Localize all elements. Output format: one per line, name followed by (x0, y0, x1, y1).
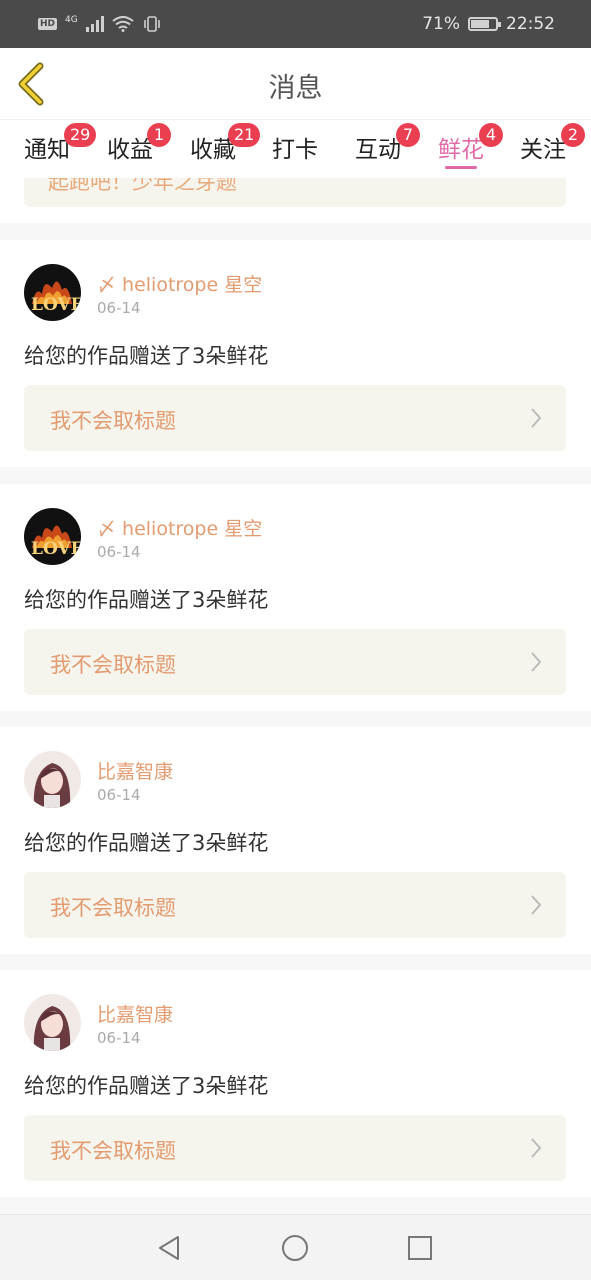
tab-flowers[interactable]: 鲜花 4 (438, 123, 503, 164)
anime-girl-avatar-image (24, 994, 81, 1051)
battery-icon (468, 17, 501, 31)
avatar[interactable] (24, 751, 81, 808)
love-fire-avatar-image: LOVE (24, 508, 81, 565)
triangle-back-icon[interactable] (154, 1232, 186, 1264)
username[interactable]: 比嘉智康 (97, 1000, 173, 1027)
message-text: 给您的作品赠送了3朵鲜花 (24, 588, 269, 612)
square-recents-icon[interactable] (404, 1232, 436, 1264)
work-title: 我不会取标题 (50, 409, 176, 433)
work-link[interactable]: 我不会取标题 (24, 629, 566, 695)
svg-text:LOVE: LOVE (31, 539, 81, 559)
tab-badge: 2 (561, 123, 585, 147)
tab-badge: 21 (228, 123, 261, 147)
tab-label: 互动 (355, 137, 401, 163)
message-text: 给您的作品赠送了3朵鲜花 (24, 831, 269, 855)
hd-badge: HD (38, 18, 58, 30)
message-text: 给您的作品赠送了3朵鲜花 (24, 344, 269, 368)
tab-label: 打卡 (272, 137, 318, 163)
date: 06-14 (97, 786, 141, 804)
chevron-right-icon (531, 895, 542, 915)
love-fire-avatar-image: LOVE (24, 264, 81, 321)
message-card: LOVE 〆 heliotrope 星空 06-14 给您的作品赠送了3朵鲜花 … (0, 240, 591, 467)
system-nav-bar (0, 1214, 591, 1280)
vibrate-icon (143, 16, 160, 32)
chevron-right-icon (531, 1138, 542, 1158)
avatar[interactable] (24, 994, 81, 1051)
message-card: 比嘉智康 06-14 给您的作品赠送了3朵鲜花 我不会取标题 (0, 727, 591, 954)
tab-label: 通知 (24, 137, 70, 163)
tab-label: 鲜花 (438, 137, 484, 163)
work-title: 起跑吧！少年之芽题 (48, 178, 237, 194)
work-title: 我不会取标题 (50, 896, 176, 920)
work-link[interactable]: 起跑吧！少年之芽题 (24, 178, 566, 207)
date: 06-14 (97, 1029, 141, 1047)
tab-checkin[interactable]: 打卡 (272, 130, 318, 164)
tab-earnings[interactable]: 收益 1 (107, 123, 171, 164)
battery-percent: 71% (422, 14, 460, 34)
work-link[interactable]: 我不会取标题 (24, 1115, 566, 1181)
avatar[interactable]: LOVE (24, 508, 81, 565)
message-card: 比嘉智康 06-14 给您的作品赠送了3朵鲜花 我不会取标题 (0, 970, 591, 1197)
tab-interaction[interactable]: 互动 7 (355, 123, 420, 164)
date: 06-14 (97, 299, 141, 317)
tab-label: 收益 (107, 137, 153, 163)
status-left: HD 4G (38, 15, 162, 32)
tab-notice[interactable]: 通知 29 (24, 123, 97, 164)
circle-home-icon[interactable] (279, 1232, 311, 1264)
tab-follow[interactable]: 关注 2 (520, 123, 585, 164)
work-title: 我不会取标题 (50, 1139, 176, 1163)
header: 消息 (0, 48, 591, 120)
clock: 22:52 (506, 14, 555, 34)
status-right: 71% 22:52 (422, 14, 555, 34)
page-title: 消息 (268, 73, 323, 104)
message-text: 给您的作品赠送了3朵鲜花 (24, 1074, 269, 1098)
message-card: LOVE 〆 heliotrope 星空 06-14 给您的作品赠送了3朵鲜花 … (0, 484, 591, 711)
tab-badge: 29 (64, 123, 97, 147)
signal-icon (85, 16, 104, 32)
work-title: 我不会取标题 (50, 653, 176, 677)
tab-badge: 1 (147, 123, 171, 147)
date: 06-14 (97, 543, 141, 561)
active-tab-indicator (445, 166, 477, 169)
network-label: 4G (65, 15, 78, 25)
username[interactable]: 〆 heliotrope 星空 (97, 514, 262, 541)
tab-badge: 7 (396, 123, 420, 147)
tab-favorites[interactable]: 收藏 21 (190, 123, 261, 164)
status-bar: HD 4G 71% 22:52 (0, 0, 591, 48)
work-link[interactable]: 我不会取标题 (24, 872, 566, 938)
chevron-right-icon (531, 408, 542, 428)
tab-badge: 4 (479, 123, 503, 147)
partial-message-card: 起跑吧！少年之芽题 (0, 178, 591, 223)
message-tabs: 通知 29 收益 1 收藏 21 打卡 互动 7 鲜花 4 关注 2 (0, 120, 591, 178)
anime-girl-avatar-image (24, 751, 81, 808)
avatar[interactable]: LOVE (24, 264, 81, 321)
username[interactable]: 比嘉智康 (97, 757, 173, 784)
work-link[interactable]: 我不会取标题 (24, 385, 566, 451)
battery-fill (471, 20, 490, 28)
chevron-right-icon (531, 652, 542, 672)
tab-label: 关注 (520, 137, 566, 163)
wifi-icon (112, 16, 134, 32)
svg-text:LOVE: LOVE (31, 295, 81, 315)
username[interactable]: 〆 heliotrope 星空 (97, 270, 262, 297)
